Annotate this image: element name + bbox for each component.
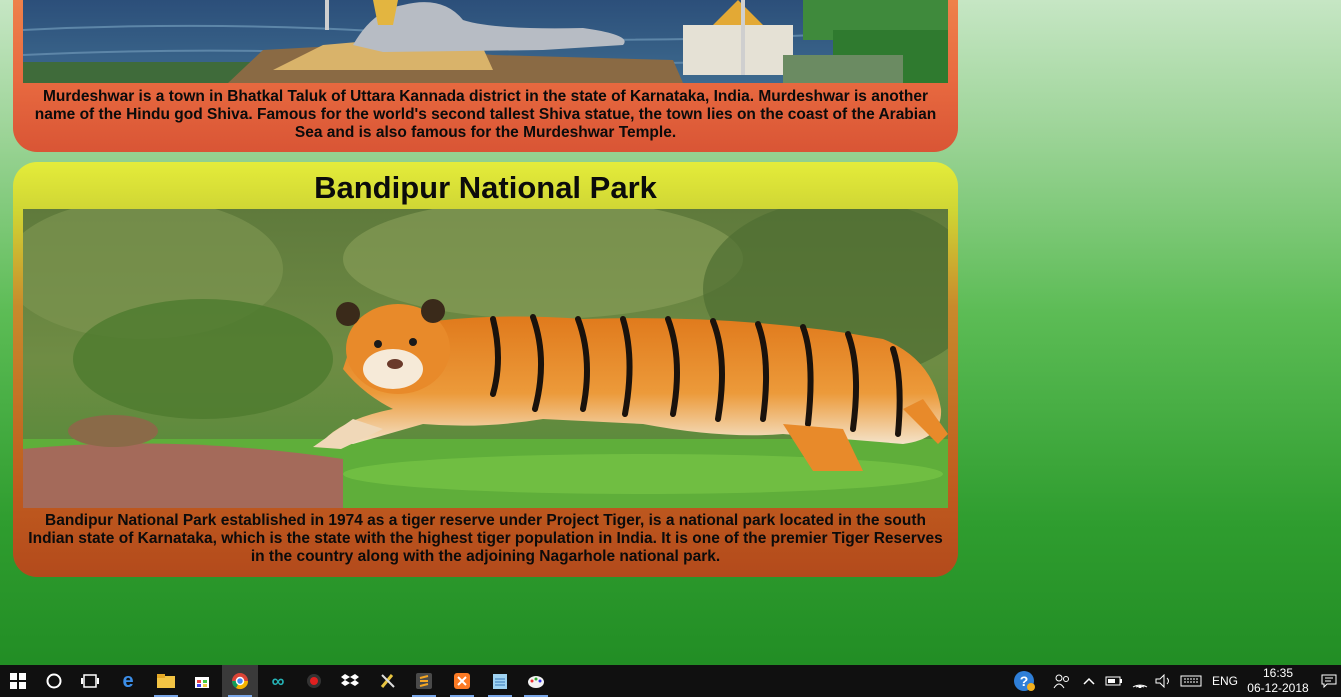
murdeshwar-description: Murdeshwar is a town in Bhatkal Taluk of… [34, 88, 937, 141]
arduino-icon[interactable]: ∞ [260, 665, 296, 697]
notepad-icon[interactable] [482, 665, 518, 697]
file-explorer-icon[interactable] [148, 665, 184, 697]
bandipur-description: Bandipur National Park established in 19… [28, 512, 943, 565]
notifications-icon[interactable] [1316, 665, 1341, 697]
clock-time: 16:35 [1262, 666, 1294, 680]
task-view-icon[interactable] [72, 665, 108, 697]
paint-icon[interactable] [518, 665, 554, 697]
keyboard-icon[interactable] [1176, 665, 1206, 697]
taskbar: e ∞ ? ENG 16:35 06-12-2018 [0, 665, 1341, 697]
bandipur-title: Bandipur National Park [314, 170, 657, 205]
bandipur-tiger-photo [23, 209, 948, 508]
language-indicator[interactable]: ENG [1212, 674, 1238, 688]
help-icon[interactable]: ? [1006, 665, 1042, 697]
tools-icon[interactable] [370, 665, 406, 697]
clock[interactable]: 16:35 06-12-2018 [1244, 666, 1312, 696]
chrome-icon[interactable] [222, 665, 258, 697]
dropbox-icon[interactable] [332, 665, 368, 697]
edge-icon[interactable]: e [110, 665, 146, 697]
clock-date: 06-12-2018 [1247, 681, 1309, 695]
cortana-icon[interactable] [36, 665, 72, 697]
battery-icon[interactable] [1100, 665, 1128, 697]
windows-start-icon[interactable] [0, 665, 36, 697]
record-icon[interactable] [296, 665, 332, 697]
murdeshwar-card: Murdeshwar is a town in Bhatkal Taluk of… [13, 0, 958, 152]
store-icon[interactable] [184, 665, 220, 697]
bandipur-card: Bandipur National Park Bandipur National… [13, 162, 958, 577]
volume-icon[interactable] [1150, 665, 1178, 697]
murdeshwar-photo [23, 0, 948, 83]
xampp-icon[interactable] [444, 665, 480, 697]
svg-text:?: ? [1020, 673, 1029, 689]
sublime-icon[interactable] [406, 665, 442, 697]
